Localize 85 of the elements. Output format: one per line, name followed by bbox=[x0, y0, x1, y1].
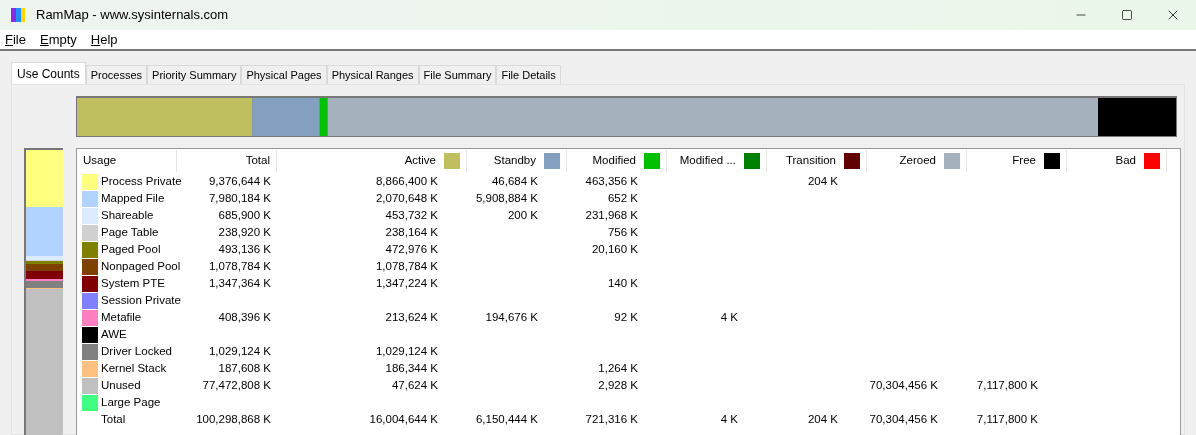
table-cell: 1,029,124 K bbox=[375, 344, 438, 357]
table-cell: 685,900 K bbox=[218, 208, 271, 221]
row-label: Large Page bbox=[101, 394, 161, 410]
column-header[interactable]: Zeroed bbox=[867, 150, 967, 172]
table-cell: 1,078,784 K bbox=[375, 259, 438, 272]
table-cell: 4 K bbox=[720, 310, 738, 323]
table-cell: 140 K bbox=[607, 276, 638, 289]
column-header[interactable]: Standby bbox=[467, 150, 567, 172]
column-header[interactable]: Bad bbox=[1067, 150, 1167, 172]
row-label: Shareable bbox=[101, 207, 154, 223]
table-cell: 493,136 K bbox=[218, 242, 271, 255]
table-cell: 213,624 K bbox=[385, 310, 438, 323]
table-cell: 1,347,224 K bbox=[375, 276, 438, 289]
window-title: RamMap - www.sysinternals.com bbox=[36, 6, 229, 25]
row-label: Unused bbox=[101, 377, 141, 393]
maximize-icon bbox=[1121, 9, 1133, 21]
column-header[interactable]: Usage bbox=[77, 150, 177, 172]
column-header[interactable]: Free bbox=[967, 150, 1067, 172]
table-cell: 238,164 K bbox=[385, 225, 438, 238]
table-cell: 408,396 K bbox=[218, 310, 271, 323]
table-cell: 1,078,784 K bbox=[208, 259, 271, 272]
table-cell: 4 K bbox=[720, 412, 738, 425]
row-label: Metafile bbox=[101, 309, 142, 325]
table-cell: 92 K bbox=[614, 310, 638, 323]
table-cell: 1,347,364 K bbox=[208, 276, 271, 289]
table-cell: 6,150,444 K bbox=[475, 412, 538, 425]
row-label: Kernel Stack bbox=[101, 360, 167, 376]
table-cell: 721,316 K bbox=[585, 412, 638, 425]
row-label: Mapped File bbox=[101, 190, 165, 206]
tab[interactable]: File Details bbox=[496, 65, 561, 84]
column-header[interactable]: Modified bbox=[567, 150, 667, 172]
table-cell: 472,976 K bbox=[385, 242, 438, 255]
row-label: Process Private bbox=[101, 173, 182, 189]
table-cell: 100,298,868 K bbox=[196, 412, 271, 425]
table-cell: 47,624 K bbox=[391, 378, 438, 391]
row-label: Nonpaged Pool bbox=[101, 258, 181, 274]
tab[interactable]: Priority Summary bbox=[147, 65, 242, 84]
table-cell: 200 K bbox=[507, 208, 538, 221]
table-cell: 2,928 K bbox=[598, 378, 638, 391]
table-cell: 1,264 K bbox=[598, 361, 638, 374]
tab[interactable]: Physical Pages bbox=[241, 65, 327, 84]
table-cell: 204 K bbox=[807, 174, 838, 187]
table-cell: 7,117,800 K bbox=[976, 378, 1038, 391]
table-cell: 186,344 K bbox=[385, 361, 438, 374]
table-cell: 238,920 K bbox=[218, 225, 271, 238]
tab[interactable]: Use Counts bbox=[11, 62, 86, 84]
tab[interactable]: Physical Ranges bbox=[326, 65, 419, 84]
row-label: Paged Pool bbox=[101, 241, 161, 257]
row-label: AWE bbox=[101, 326, 127, 342]
table-cell: 5,908,884 K bbox=[475, 191, 538, 204]
column-header[interactable]: Modified ... bbox=[667, 150, 767, 172]
row-label: Page Table bbox=[101, 224, 159, 240]
app-icon bbox=[10, 7, 26, 23]
table-cell: 756 K bbox=[607, 225, 638, 238]
row-label: Session Private bbox=[101, 292, 181, 308]
table-cell: 9,376,644 K bbox=[208, 174, 271, 187]
table-cell: 70,304,456 K bbox=[869, 412, 938, 425]
table-cell: 20,160 K bbox=[591, 242, 638, 255]
row-label: System PTE bbox=[101, 275, 165, 291]
tab[interactable]: File Summary bbox=[418, 65, 497, 84]
table-cell: 7,117,800 K bbox=[976, 412, 1038, 425]
table-cell: 187,608 K bbox=[218, 361, 271, 374]
table-cell: 70,304,456 K bbox=[869, 378, 938, 391]
menu-item[interactable]: File bbox=[5, 29, 26, 50]
row-label: Driver Locked bbox=[101, 343, 172, 359]
column-header[interactable]: Total bbox=[177, 150, 277, 172]
table-cell: 463,356 K bbox=[585, 174, 638, 187]
table-cell: 16,004,644 K bbox=[369, 412, 438, 425]
table-cell: 1,029,124 K bbox=[208, 344, 271, 357]
table-cell: 231,968 K bbox=[585, 208, 638, 221]
table-cell: 7,980,184 K bbox=[208, 191, 271, 204]
table-cell: 46,684 K bbox=[491, 174, 538, 187]
table-cell: 652 K bbox=[607, 191, 638, 204]
table-cell: 2,070,648 K bbox=[375, 191, 438, 204]
table-cell: 453,732 K bbox=[385, 208, 438, 221]
row-label: Total bbox=[101, 411, 126, 427]
table-cell: 77,472,808 K bbox=[202, 378, 271, 391]
table-cell: 8,866,400 K bbox=[375, 174, 438, 187]
tab[interactable]: Processes bbox=[85, 65, 148, 84]
column-header[interactable]: Transition bbox=[767, 150, 867, 172]
table-cell: 204 K bbox=[807, 412, 838, 425]
column-header[interactable]: Active bbox=[277, 150, 467, 172]
menu-item[interactable]: Help bbox=[90, 29, 118, 50]
table-cell: 194,676 K bbox=[485, 310, 538, 323]
menu-item[interactable]: Empty bbox=[39, 29, 77, 50]
